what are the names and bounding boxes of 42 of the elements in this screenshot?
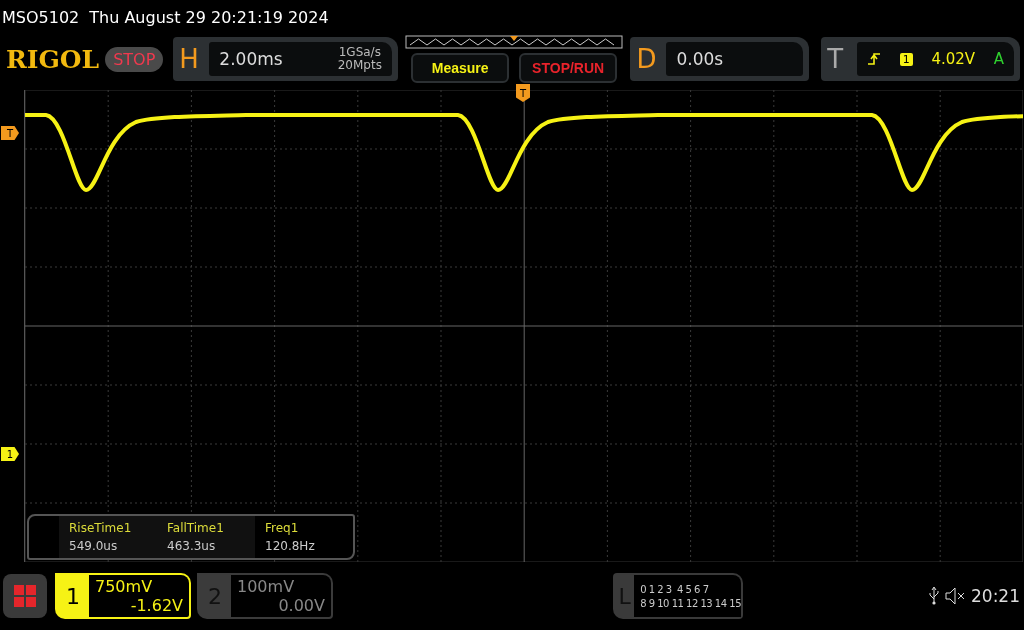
measurement-name: RiseTime1: [69, 521, 133, 535]
trigger-level: 4.02V: [931, 50, 976, 68]
speaker-muted-icon: [945, 587, 965, 605]
menu-button[interactable]: [3, 574, 47, 618]
measure-button[interactable]: Measure: [411, 53, 510, 83]
model-name: MSO5102: [2, 7, 80, 27]
channel-scale: 750mV: [95, 577, 154, 596]
trigger-panel[interactable]: T 1 4.02V A: [821, 37, 1020, 81]
logic-channel-numbers: 0 1 2 3 4 5 6 7: [640, 583, 710, 595]
channel-marker[interactable]: 1: [1, 447, 19, 461]
delay-label: D: [636, 44, 658, 74]
channel-scale: 100mV: [237, 577, 296, 596]
measurement-value: 463.3us: [167, 539, 217, 553]
channel-number: 1: [65, 582, 81, 611]
horizontal-label: H: [179, 44, 200, 74]
rising-edge-icon: [867, 52, 882, 66]
delay-value: 0.00s: [676, 49, 724, 69]
measurement-name: Freq1: [265, 521, 300, 535]
sample-rate: 1GSa/s: [338, 46, 381, 59]
usb-icon: [929, 587, 939, 605]
memory-depth: 20Mpts: [337, 59, 382, 72]
channel-offset: -1.62V: [129, 596, 183, 615]
stop-run-button[interactable]: STOP/RUN: [519, 53, 618, 83]
brand-logo: RIGOL: [6, 44, 100, 74]
trigger-level-marker[interactable]: T: [1, 126, 19, 140]
trigger-mode: A: [993, 50, 1004, 68]
measurement-value: 120.8Hz: [265, 539, 316, 553]
trigger-source-badge: 1: [899, 52, 913, 66]
measurement-value: 549.0us: [69, 539, 119, 553]
logic-channel-numbers: 8 9 10 11 12 13 14 15: [640, 597, 741, 609]
delay-panel[interactable]: D 0.00s: [630, 37, 810, 81]
trigger-position-marker[interactable]: T: [516, 84, 530, 102]
horizontal-panel[interactable]: H 2.00ms 1GSa/s 20Mpts: [173, 37, 398, 81]
channel-panel[interactable]: 1 750mV -1.62V: [55, 573, 191, 619]
timebase-value: 2.00ms: [219, 49, 283, 69]
trigger-label: T: [827, 44, 845, 74]
clock: 20:21: [971, 586, 1020, 606]
grid-squares-icon: [14, 585, 36, 607]
channel-offset: 0.00V: [277, 596, 325, 615]
date-time: Thu August 29 20:21:19 2024: [89, 7, 329, 27]
run-state-badge: STOP: [105, 46, 164, 72]
measurement-name: FallTime1: [167, 521, 225, 535]
